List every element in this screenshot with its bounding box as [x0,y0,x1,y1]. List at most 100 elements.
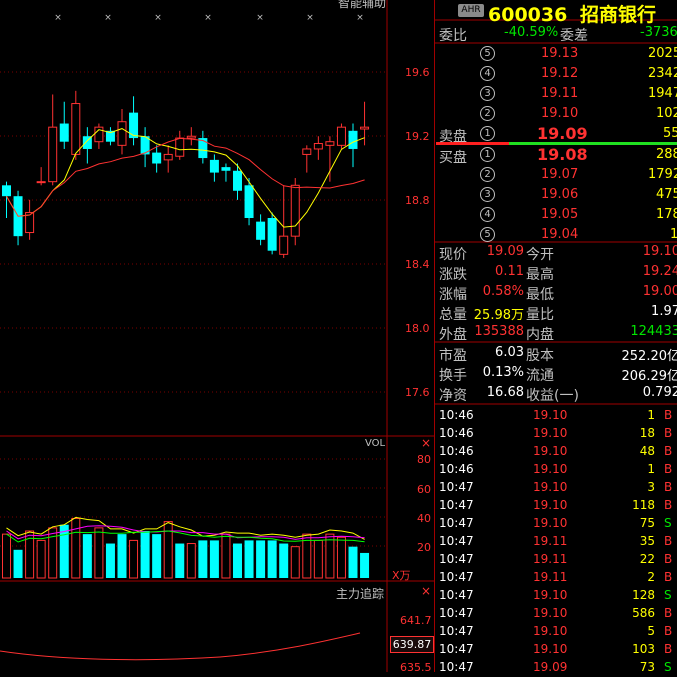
candle-body [221,167,230,171]
vol-bar [279,544,288,578]
tick-time: 10:47 [439,534,474,548]
tick-volume: 22 [640,552,655,566]
buy-volume: 1 [670,227,677,242]
tick-volume: 3 [647,480,655,494]
sell-volume: 55 [663,126,677,141]
sell-label: 卖盘 [439,126,467,146]
mf-current-value: 639.87 [390,636,434,653]
tick-side: B [664,642,672,656]
buy-volume: 1792 [648,167,677,182]
tick-side: B [664,570,672,584]
stat-label: 今开 [526,244,554,264]
tick-row: 10:4719.10586B [438,605,677,623]
candle-body [337,127,345,145]
stat-value: 0.11 [495,264,524,279]
stat-label: 收益(一) [526,385,579,405]
ratio-value: -40.59% [504,25,558,40]
ma-short-line [7,129,365,228]
buy-level-4: 4 19.05 178 [438,205,677,225]
stat-value: 19.09 [487,244,524,259]
vol-bar [164,522,172,578]
tick-price: 19.10 [533,588,567,602]
buy-price: 19.06 [541,187,578,202]
vol-bar [360,553,369,578]
buy-volume: 288 [656,147,677,162]
candle-body [256,222,265,240]
vol-unit: X万 [392,567,411,583]
stat-value: 1.97 [651,304,677,319]
tick-time: 10:46 [439,444,474,458]
buy-level-3: 3 19.06 475 [438,185,677,205]
vol-bar [326,534,334,578]
vol-bar [118,534,127,578]
close-icon[interactable]: × [421,436,431,450]
candle-body [37,182,45,183]
tick-time: 10:47 [439,498,474,512]
stat-label: 外盘 [439,324,467,344]
stat-value: 19.00 [643,284,677,299]
vol-bar [233,544,242,578]
tick-side: B [664,624,672,638]
candle-body [291,185,299,236]
quote-stat-row: 涨幅 0.58%最低 19.00 [438,283,677,303]
main-force-line [0,633,360,660]
tick-time: 10:47 [439,480,474,494]
stat-value: 25.98万 [474,304,524,323]
sell-level-5: 5 19.13 2025 [438,44,677,64]
tick-row: 10:4619.1048B [438,443,677,461]
stat-value: 135388 [474,324,524,339]
vol-bar [14,550,23,578]
market-badge: AHR [458,4,484,17]
tick-volume: 118 [632,498,655,512]
vol-label: VOL [365,438,385,449]
tick-side: B [664,606,672,620]
sell-volume: 2025 [648,46,677,61]
stat-value: 0.58% [483,284,524,299]
quote-stat-row: 换手0.13%流通206.29亿 [438,364,677,384]
candle-body [49,127,57,181]
vol-bar [49,528,57,578]
tick-time: 10:47 [439,516,474,530]
tick-price: 19.10 [533,408,567,422]
vol-bar [175,544,184,578]
order-ratio-row: 委比 -40.59% 委差 -3736 [438,23,677,43]
close-icon[interactable]: × [421,584,431,598]
quote-stat-row: 涨跌0.11最高19.24 [438,263,677,283]
vol-bar [210,540,219,578]
stat-label: 最低 [526,284,554,304]
stat-value: 252.20亿 [622,345,677,364]
vol-bar [152,534,161,578]
stat-label: 净资 [439,385,467,405]
buy-price: 19.04 [541,227,578,242]
tick-side: B [664,444,672,458]
tick-volume: 103 [632,642,655,656]
candle-body [303,149,311,154]
tick-price: 19.10 [533,498,567,512]
tick-row: 10:4719.10103B [438,641,677,659]
vol-bar [198,540,207,578]
candle-body [129,113,138,138]
level-marker: 2 [480,167,495,182]
vol-bar [256,540,265,578]
buy-price: 19.08 [537,145,588,164]
top-marker: × [104,13,112,23]
tick-price: 19.10 [533,606,567,620]
stat-label: 涨跌 [439,264,467,284]
stat-label: 现价 [439,244,467,264]
tick-volume: 1 [647,408,655,422]
candle-body [233,171,242,191]
sell-price: 19.11 [541,86,578,101]
price-axis-label: 17.6 [405,386,430,399]
level-marker: 4 [480,66,495,81]
tick-side: B [664,426,672,440]
tick-volume: 18 [640,426,655,440]
tick-volume: 35 [640,534,655,548]
candle-body [210,160,219,173]
buy-level-5: 5 19.04 1 [438,225,677,245]
stat-label: 内盘 [526,324,554,344]
stat-label: 涨幅 [439,284,467,304]
candle-body [314,144,322,149]
price-axis-label: 18.4 [405,258,430,271]
tick-side: S [664,516,672,530]
sell-volume: 102 [656,106,677,121]
